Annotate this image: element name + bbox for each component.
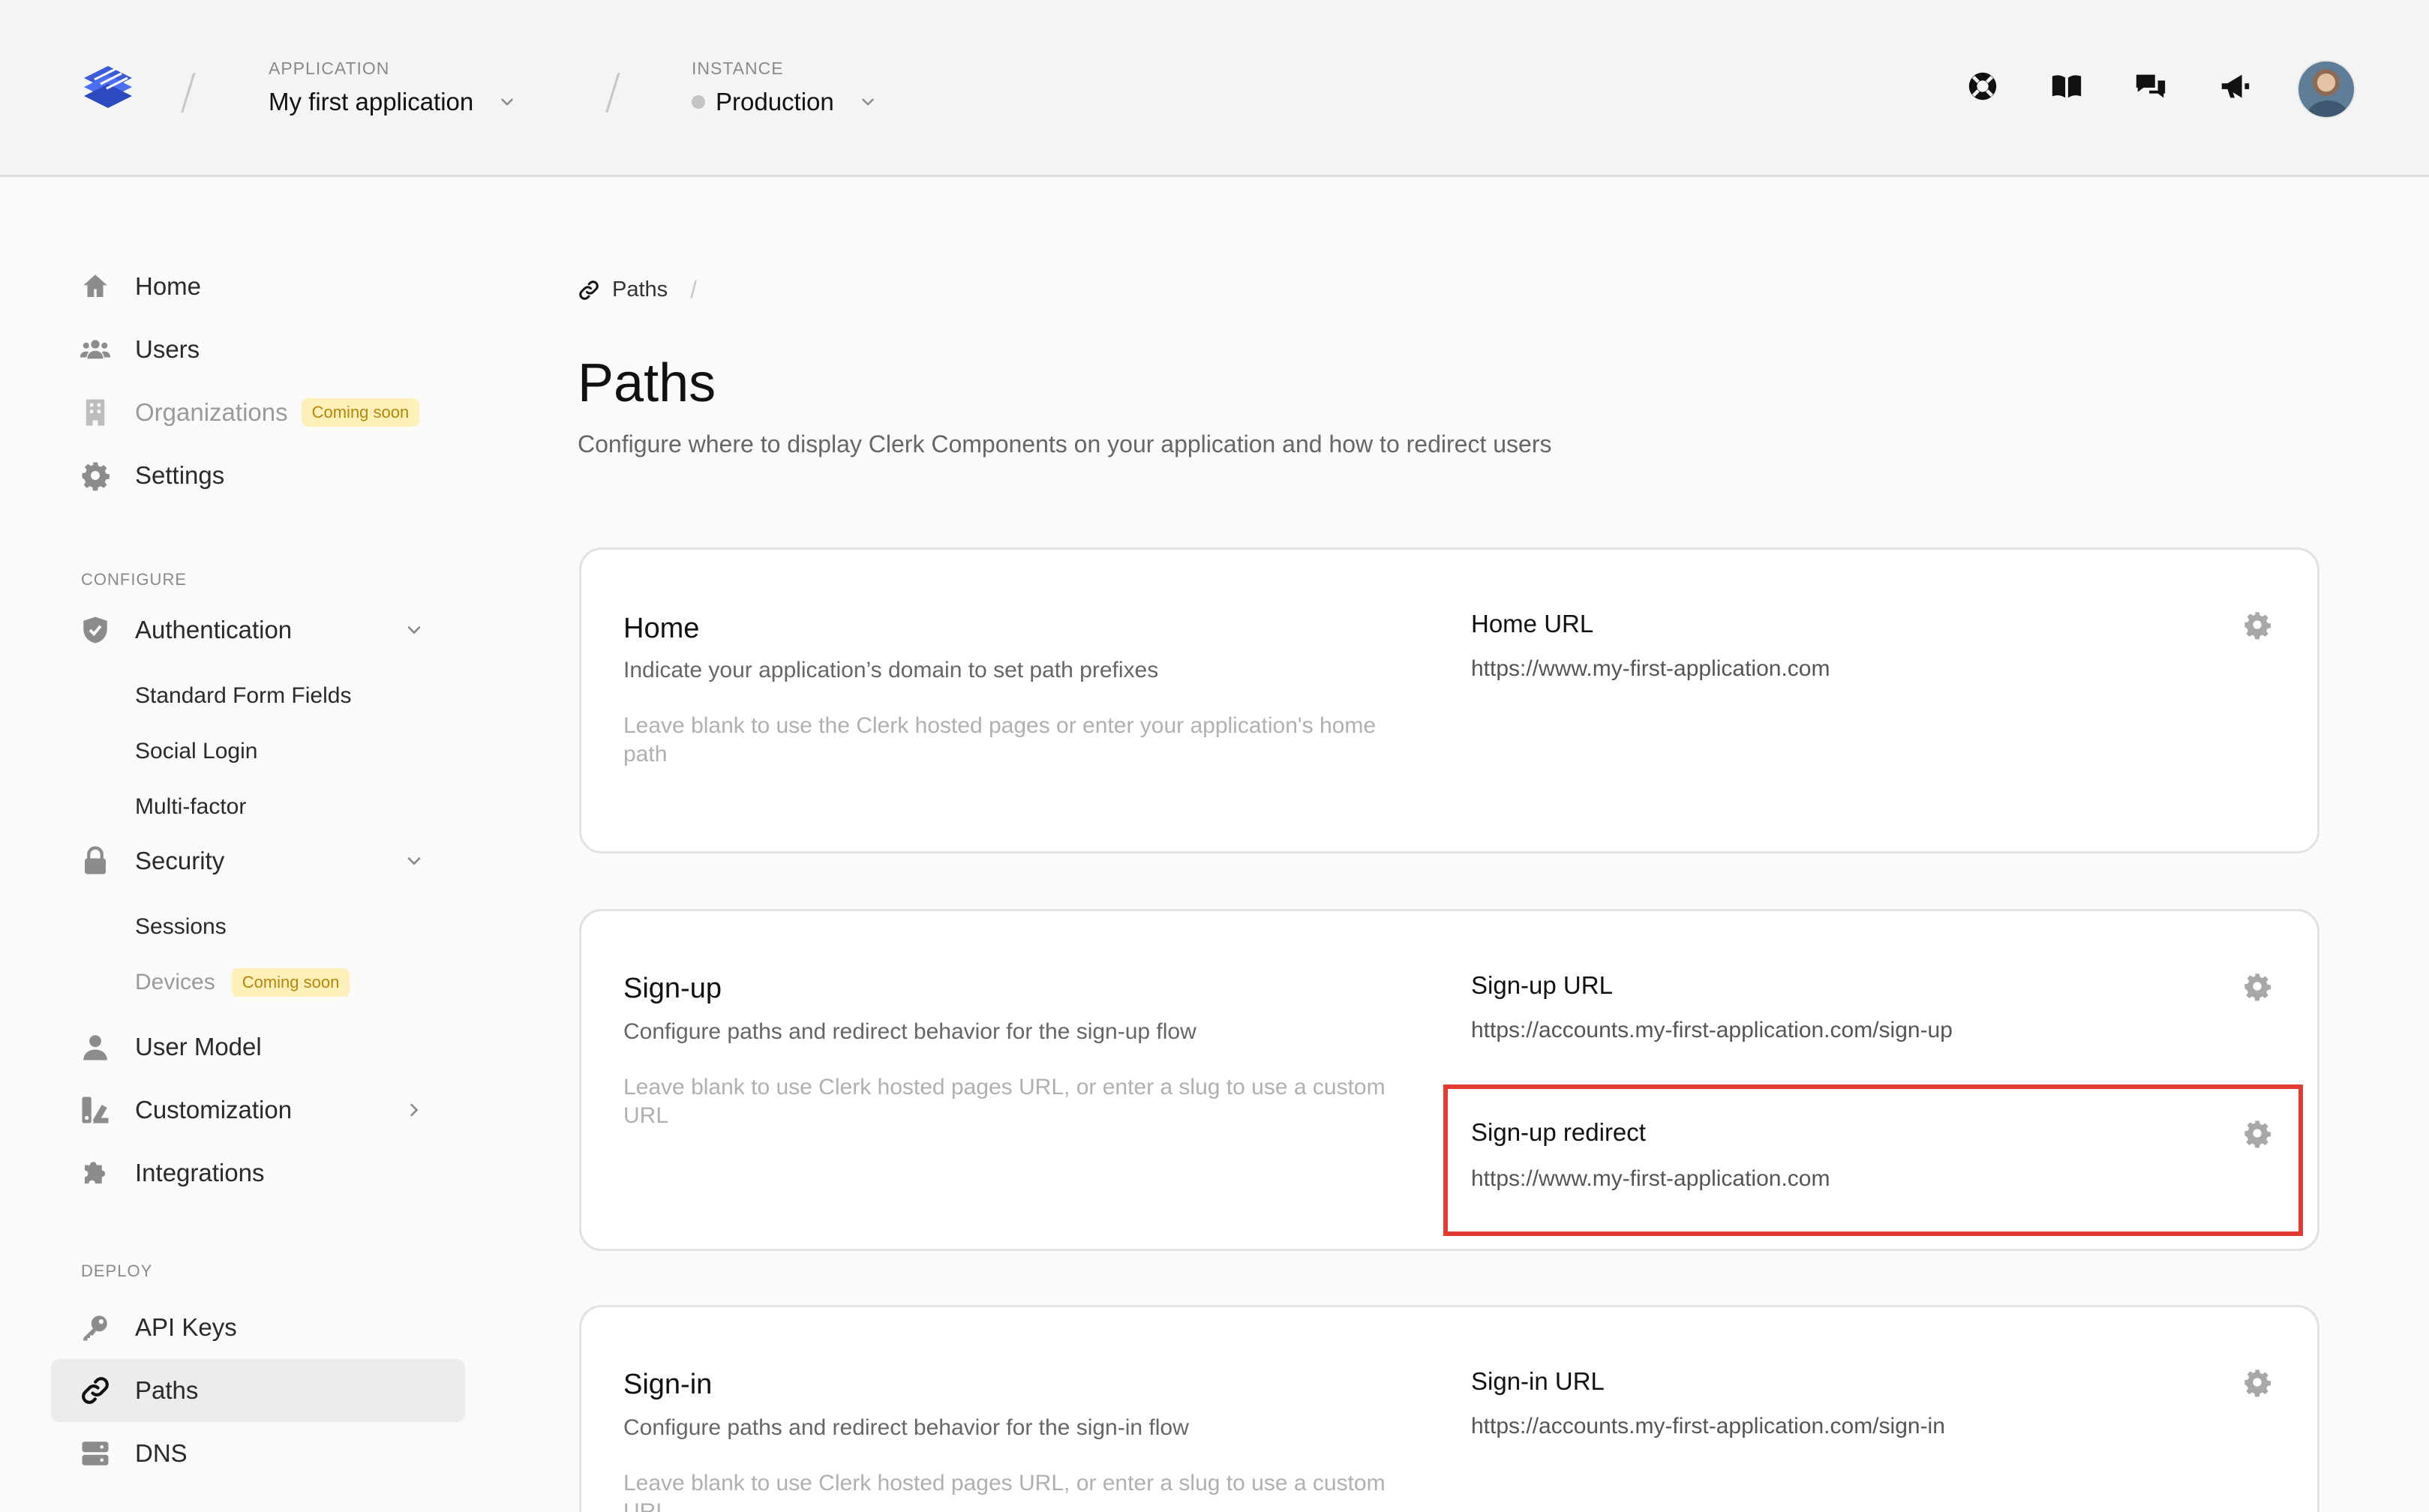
signup-card: Sign-up Configure paths and redirect beh… <box>579 909 2319 1251</box>
puzzle-piece-icon <box>85 1162 106 1184</box>
sidebar-item-customization[interactable]: Customization <box>51 1078 465 1142</box>
signup-url-value: https://accounts.my-first-application.co… <box>1471 1018 1953 1042</box>
card-hint: Leave blank to use Clerk hosted pages UR… <box>623 1471 1386 1512</box>
chevron-down-icon <box>407 626 421 634</box>
instance-label: INSTANCE <box>692 58 784 78</box>
sidebar-subitem-label: Devices <box>135 970 215 994</box>
user-avatar[interactable] <box>2297 60 2355 118</box>
card-hint: Leave blank to use Clerk hosted pages UR… <box>623 1075 1386 1128</box>
signup-redirect-value: https://www.my-first-application.com <box>1471 1166 1830 1191</box>
page-title: Paths <box>578 353 716 413</box>
support-lifebuoy-icon[interactable] <box>1965 69 2000 104</box>
sidebar-item-label: Authentication <box>135 616 293 644</box>
server-icon <box>82 1442 109 1466</box>
sidebar-item-home[interactable]: Home <box>51 255 465 318</box>
users-icon <box>80 340 111 359</box>
sidebar-item-label: Organizations <box>135 398 288 426</box>
top-bar: / APPLICATION My first application / INS… <box>0 0 2429 177</box>
breadcrumb: Paths / <box>578 276 697 304</box>
announcement-megaphone-icon[interactable] <box>2217 69 2252 104</box>
gear-icon[interactable] <box>2242 1367 2272 1397</box>
signin-url-value: https://accounts.my-first-application.co… <box>1471 1414 1945 1438</box>
sidebar-item-label: Home <box>135 272 202 300</box>
sidebar-subitem-social-login[interactable]: Social Login <box>135 730 257 772</box>
chevron-down-icon <box>407 857 421 866</box>
gear-icon[interactable] <box>2242 971 2272 1001</box>
sidebar-subitem-standard-form-fields[interactable]: Standard Form Fields <box>135 675 351 717</box>
lock-icon <box>85 846 106 874</box>
sidebar-item-label: Settings <box>135 461 225 489</box>
sidebar-item-authentication[interactable]: Authentication <box>51 598 465 662</box>
sidebar-item-label: Paths <box>135 1376 199 1404</box>
instance-name: Production <box>716 88 834 116</box>
section-label-deploy: DEPLOY <box>81 1262 153 1280</box>
sidebar-item-paths[interactable]: Paths <box>51 1359 465 1422</box>
sidebar-item-label: User Model <box>135 1033 262 1060</box>
chevron-down-icon <box>501 98 513 106</box>
sidebar-item-organizations[interactable]: Organizations Coming soon <box>51 381 465 444</box>
sidebar-item-label: Users <box>135 335 200 363</box>
coming-soon-badge: Coming soon <box>231 968 350 997</box>
user-icon <box>83 1035 107 1060</box>
home-url-value: https://www.my-first-application.com <box>1471 656 1830 681</box>
sidebar-item-api-keys[interactable]: API Keys <box>51 1296 465 1359</box>
chevron-down-icon <box>862 98 874 106</box>
page-subtitle: Configure where to display Clerk Compone… <box>578 430 1552 458</box>
card-title: Sign-in <box>623 1369 713 1400</box>
sidebar-item-settings[interactable]: Settings <box>51 444 465 507</box>
section-label-configure: CONFIGURE <box>81 570 187 589</box>
sidebar-item-label: Integrations <box>135 1159 265 1186</box>
gear-icon[interactable] <box>2242 1118 2272 1148</box>
key-icon <box>83 1316 107 1341</box>
card-description: Configure paths and redirect behavior fo… <box>623 1019 1196 1044</box>
sidebar-item-integrations[interactable]: Integrations <box>51 1142 465 1204</box>
link-icon <box>82 1377 109 1404</box>
gear-icon[interactable] <box>2242 610 2272 640</box>
card-description: Indicate your application’s domain to se… <box>623 658 1159 682</box>
card-description: Configure paths and redirect behavior fo… <box>623 1415 1189 1440</box>
card-hint: Leave blank to use the Clerk hosted page… <box>623 713 1377 766</box>
sidebar-subitem-sessions[interactable]: Sessions <box>135 906 227 948</box>
application-label: APPLICATION <box>269 58 390 78</box>
instance-switcher[interactable]: INSTANCE Production <box>692 58 878 116</box>
breadcrumb-separator: / <box>690 276 698 303</box>
sidebar-item-label: Security <box>135 847 225 874</box>
chevron-right-icon <box>410 1103 419 1117</box>
paint-swatch-icon <box>82 1096 109 1124</box>
header-separator: / <box>605 64 621 120</box>
breadcrumb-current[interactable]: Paths <box>612 278 668 302</box>
application-switcher[interactable]: APPLICATION My first application <box>269 58 517 116</box>
sidebar-item-label: DNS <box>135 1439 188 1467</box>
coming-soon-badge: Coming soon <box>301 398 420 427</box>
building-icon <box>86 399 105 426</box>
sidebar-item-label: API Keys <box>135 1313 237 1341</box>
sidebar-item-user-model[interactable]: User Model <box>51 1016 465 1078</box>
sidebar-item-label: Customization <box>135 1096 293 1124</box>
home-card: Home Indicate your application’s domain … <box>579 548 2319 854</box>
card-title: Home <box>623 613 700 644</box>
home-icon <box>83 274 107 297</box>
header-separator: / <box>180 64 197 120</box>
sidebar-subitem-devices[interactable]: Devices Coming soon <box>135 962 350 1004</box>
sidebar-item-users[interactable]: Users <box>51 318 465 381</box>
clerk-logo[interactable] <box>78 57 138 111</box>
shield-check-icon <box>83 616 107 644</box>
home-url-label: Home URL <box>1471 610 1594 638</box>
signup-redirect-label: Sign-up redirect <box>1471 1118 1646 1146</box>
gear-icon <box>82 462 110 491</box>
sidebar-subitem-multi-factor[interactable]: Multi-factor <box>135 786 246 828</box>
link-icon <box>579 280 599 300</box>
signin-url-label: Sign-in URL <box>1471 1367 1605 1395</box>
card-title: Sign-up <box>623 973 722 1004</box>
signup-url-label: Sign-up URL <box>1471 971 1613 999</box>
docs-book-icon[interactable] <box>2049 69 2084 104</box>
chat-bubbles-icon[interactable] <box>2133 69 2168 104</box>
sidebar-item-dns[interactable]: DNS <box>51 1422 465 1485</box>
signin-card: Sign-in Configure paths and redirect beh… <box>579 1305 2319 1512</box>
sidebar-item-security[interactable]: Security <box>51 830 465 892</box>
application-name: My first application <box>269 88 474 116</box>
instance-status-dot <box>692 95 705 109</box>
